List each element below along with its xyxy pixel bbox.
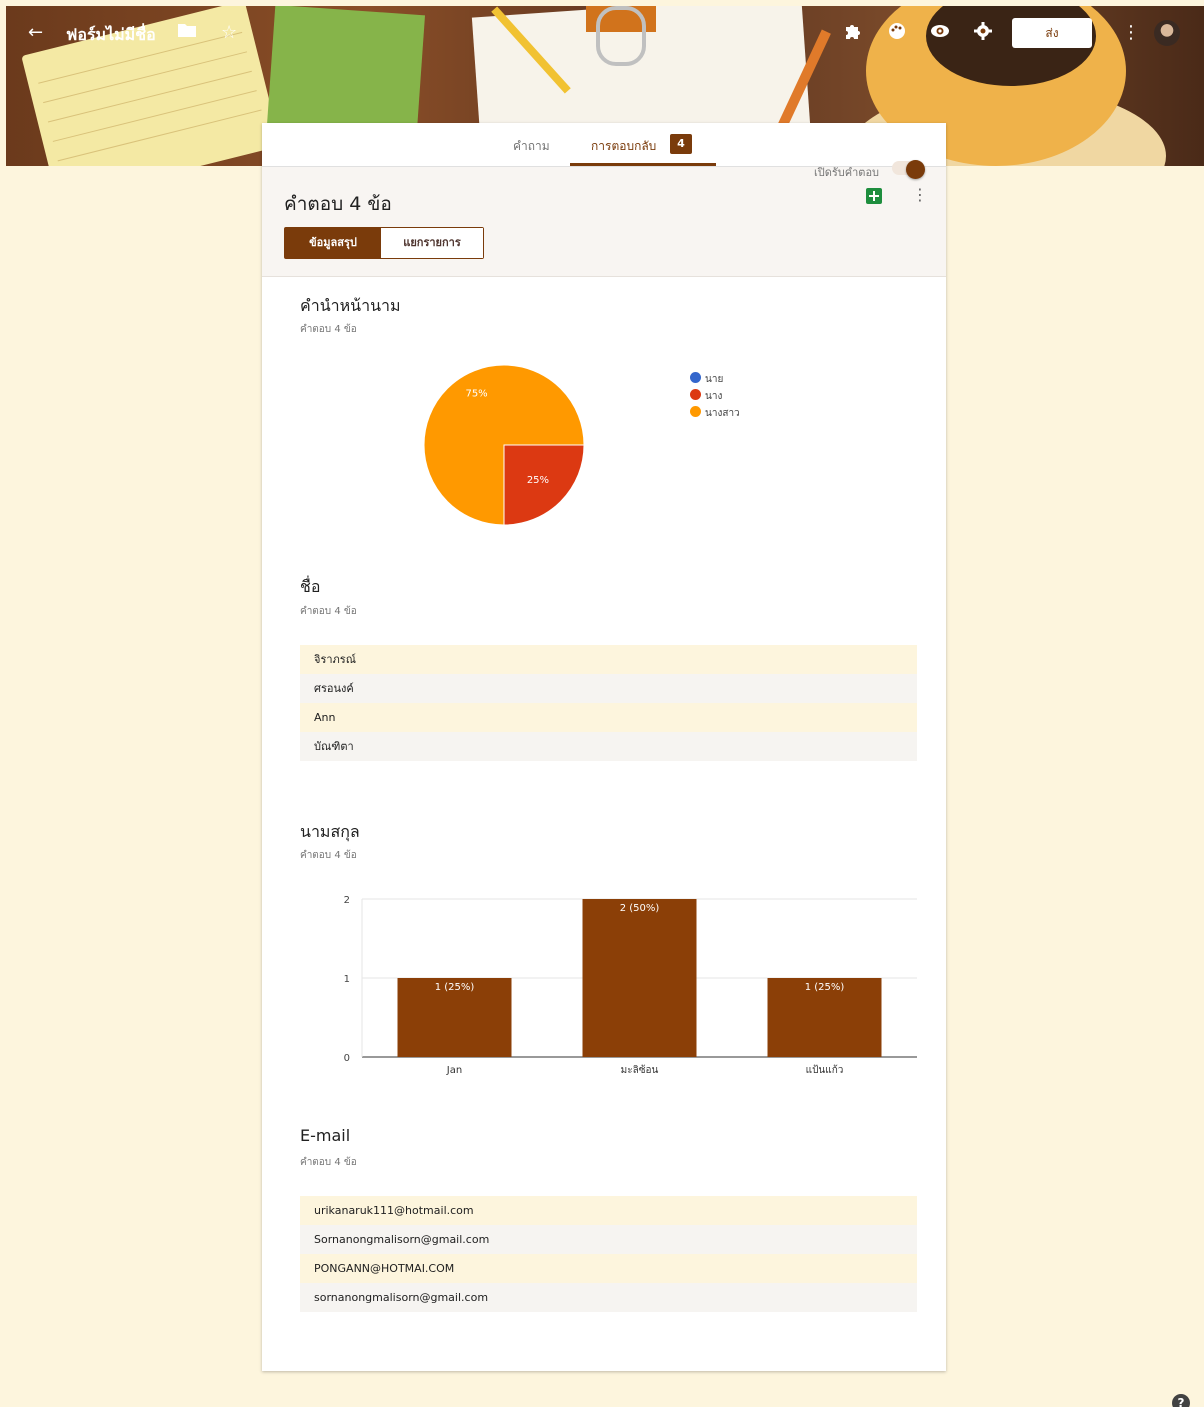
list-item: บัณฑิตา xyxy=(300,732,917,761)
list-item: urikanaruk111@hotmail.com xyxy=(300,1196,917,1225)
accepting-responses-toggle[interactable] xyxy=(906,160,925,179)
tab-bar: คำถาม การตอบกลับ 4 xyxy=(262,123,946,167)
legend-label: นาง xyxy=(705,391,723,402)
pie-legend: นาย นาง นางสาว xyxy=(690,371,740,422)
responses-title: คำตอบ 4 ข้อ xyxy=(284,193,392,215)
y-tick-label: 0 xyxy=(344,1053,350,1064)
settings-icon[interactable] xyxy=(974,22,992,46)
avatar[interactable] xyxy=(1154,20,1180,46)
email-answers-list: urikanaruk111@hotmail.com Sornanongmalis… xyxy=(300,1196,917,1312)
question-response-count: คำตอบ 4 ข้อ xyxy=(300,606,357,617)
legend-dot xyxy=(690,389,701,400)
list-item: ศรอนงค์ xyxy=(300,674,917,703)
question-title: ชื่อ xyxy=(300,577,321,596)
pie-slice-label: 75% xyxy=(465,389,487,400)
form-title[interactable]: ฟอร์มไม่มีชื่อ xyxy=(66,23,156,48)
send-button[interactable]: ส่ง xyxy=(1012,18,1092,48)
more-options-icon[interactable]: ⋮ xyxy=(912,185,928,204)
bar-data-label: 1 (25%) xyxy=(435,982,475,993)
bar-data-label: 2 (50%) xyxy=(620,903,660,914)
bar xyxy=(582,899,697,1057)
list-item: PONGANN@HOTMAI.COM xyxy=(300,1254,917,1283)
legend-dot xyxy=(690,406,701,417)
star-icon[interactable]: ☆ xyxy=(221,22,237,44)
question-title: E-mail xyxy=(300,1126,351,1145)
summary-tab-button[interactable]: ข้อมูลสรุป xyxy=(285,228,381,258)
question-response-count: คำตอบ 4 ข้อ xyxy=(300,850,357,861)
y-tick-label: 1 xyxy=(344,974,350,985)
responses-card: คำถาม การตอบกลับ 4 คำตอบ 4 ข้อ ⋮ ข้อมูลส… xyxy=(262,123,946,1371)
legend-item-mrs: นาง xyxy=(690,388,740,405)
addon-icon[interactable] xyxy=(844,22,862,46)
list-item: sornanongmalisorn@gmail.com xyxy=(300,1283,917,1312)
surname-bar-chart: 0 1 2 1 (25%) Jan 2 (50%) มะลิซ้อน 1 (25%) แป้นแ… xyxy=(344,895,917,1076)
question-response-count: คำตอบ 4 ข้อ xyxy=(300,1157,357,1168)
view-toggle: ข้อมูลสรุป แยกรายการ xyxy=(284,227,484,259)
name-answers-list: จิราภรณ์ ศรอนงค์ Ann บัณฑิตา xyxy=(300,645,917,761)
pie-slice-label: 25% xyxy=(527,475,549,486)
title-pie-chart: 25% 75% xyxy=(423,364,585,526)
sheets-icon[interactable] xyxy=(866,188,882,204)
folder-icon[interactable] xyxy=(178,22,196,44)
summary-header: คำตอบ 4 ข้อ ⋮ ข้อมูลสรุป แยกรายการ เปิดร… xyxy=(262,160,946,277)
legend-item-mr: นาย xyxy=(690,371,740,388)
x-tick-label: Jan xyxy=(446,1065,462,1076)
question-response-count: คำตอบ 4 ข้อ xyxy=(300,324,357,335)
legend-dot xyxy=(690,372,701,383)
question-title: นามสกุล xyxy=(300,822,360,841)
legend-item-miss: นางสาว xyxy=(690,405,740,422)
palette-icon[interactable] xyxy=(888,22,906,46)
y-tick-label: 2 xyxy=(344,895,350,906)
response-count-badge: 4 xyxy=(670,134,692,154)
list-item: จิราภรณ์ xyxy=(300,645,917,674)
bar-data-label: 1 (25%) xyxy=(805,982,845,993)
x-tick-label: แป้นแก้ว xyxy=(806,1064,844,1076)
legend-label: นาย xyxy=(705,374,724,385)
list-item: Ann xyxy=(300,703,917,732)
list-item: Sornanongmalisorn@gmail.com xyxy=(300,1225,917,1254)
tab-questions[interactable]: คำถาม xyxy=(513,137,550,156)
legend-label: นางสาว xyxy=(705,408,740,419)
preview-icon[interactable] xyxy=(930,22,950,44)
active-tab-indicator xyxy=(570,163,716,166)
x-tick-label: มะลิซ้อน xyxy=(621,1064,659,1076)
back-icon[interactable]: ← xyxy=(28,22,43,44)
individual-tab-button[interactable]: แยกรายการ xyxy=(381,228,483,258)
help-icon[interactable]: ? xyxy=(1172,1394,1190,1407)
question-title: คำนำหน้านาม xyxy=(300,296,401,315)
top-bar: ← ฟอร์มไม่มีชื่อ ☆ ส่ง ⋮ xyxy=(6,6,1204,62)
accepting-responses-label: เปิดรับคำตอบ xyxy=(814,166,880,179)
more-icon[interactable]: ⋮ xyxy=(1122,22,1140,44)
tab-responses[interactable]: การตอบกลับ xyxy=(591,137,656,156)
